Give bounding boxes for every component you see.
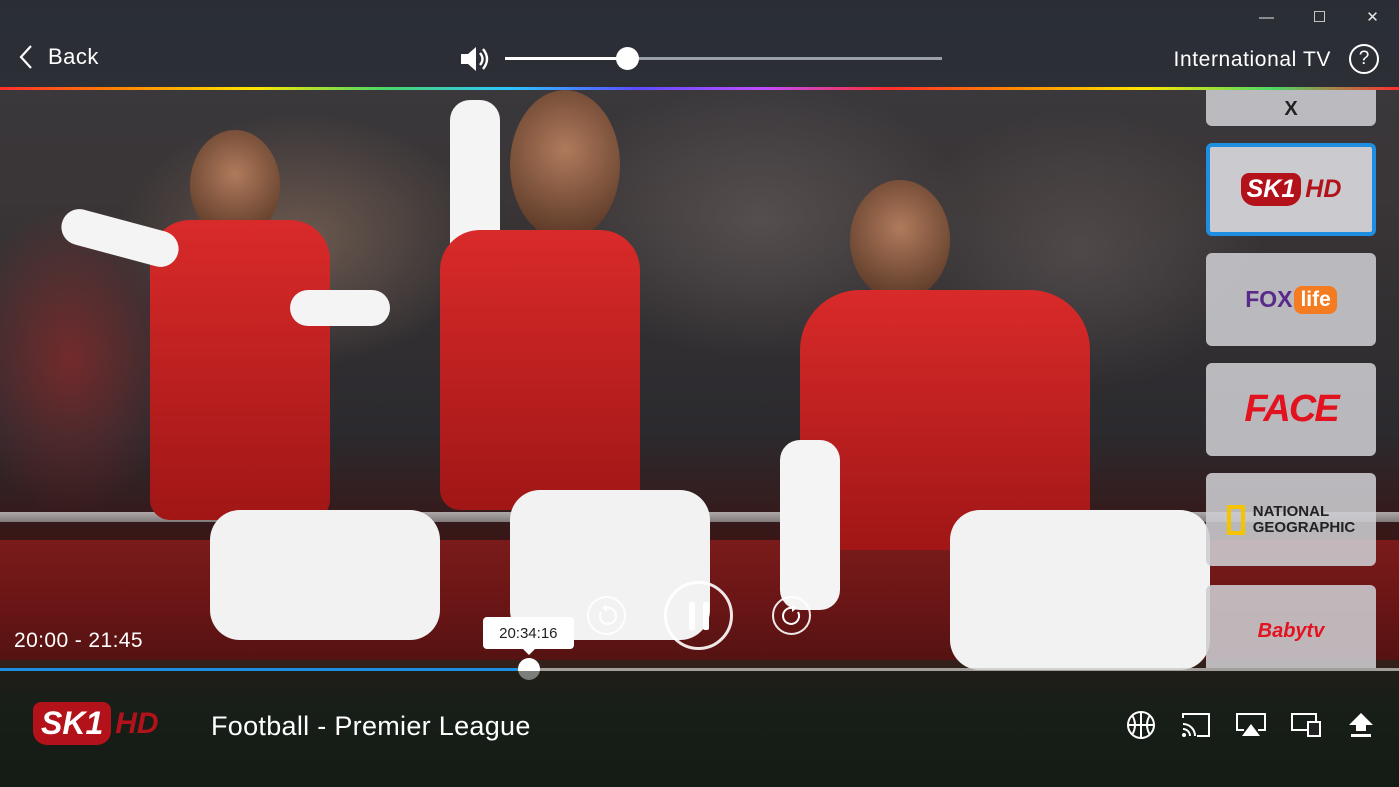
volume-knob[interactable]	[616, 47, 640, 70]
face-logo: FACE	[1244, 388, 1339, 430]
volume-slider[interactable]	[505, 47, 942, 70]
seek-time-tooltip: 20:34:16	[482, 617, 574, 655]
rewind-button[interactable]	[587, 596, 626, 635]
pause-button[interactable]	[664, 581, 733, 650]
pause-icon	[688, 601, 709, 630]
babytv-logo: Babytv	[1257, 620, 1325, 642]
program-time-range: 20:00 - 21:45	[14, 629, 143, 652]
minimize-button[interactable]: —	[1240, 6, 1293, 28]
forward-button[interactable]	[772, 596, 811, 635]
volume-fill	[505, 57, 628, 60]
upload-icon[interactable]	[1344, 710, 1377, 740]
rainbow-divider	[0, 87, 1399, 90]
channel-tile-partial[interactable]: X	[1206, 90, 1376, 126]
top-bar: — ☐ ✕ Back International TV ?	[0, 0, 1399, 88]
multiscreen-icon[interactable]	[1289, 710, 1322, 740]
window-controls: — ☐ ✕	[1240, 6, 1399, 28]
natgeo-logo: NATIONAL GEOGRAPHIC	[1226, 503, 1355, 536]
back-button[interactable]: Back	[18, 44, 99, 70]
sport-icon[interactable]	[1124, 710, 1157, 740]
channel-tile-babytv[interactable]: Babytv	[1206, 585, 1376, 668]
service-title: International TV	[1173, 48, 1331, 71]
channel-logo-partial: X	[1284, 98, 1298, 120]
maximize-button[interactable]: ☐	[1293, 6, 1346, 28]
natgeo-frame-icon	[1226, 504, 1245, 535]
channel-list: X SK1 HD FOX life FACE NATIONAL GEOGRAPH…	[1206, 90, 1376, 668]
close-button[interactable]: ✕	[1346, 6, 1399, 28]
program-title: Football - Premier League	[211, 711, 531, 741]
back-label: Back	[48, 44, 99, 69]
bottom-toolbar	[1124, 710, 1377, 740]
airplay-icon[interactable]	[1234, 710, 1267, 740]
channel-tile-foxlife[interactable]: FOX life	[1206, 253, 1376, 346]
channel-tile-natgeo[interactable]: NATIONAL GEOGRAPHIC	[1206, 473, 1376, 566]
sk1hd-logo: SK1 HD	[1240, 173, 1341, 206]
chevron-left-icon	[19, 45, 32, 69]
foxlife-logo: FOX life	[1245, 285, 1337, 314]
rewind-icon	[598, 604, 617, 625]
cast-icon[interactable]	[1179, 710, 1212, 740]
channel-tile-face[interactable]: FACE	[1206, 363, 1376, 456]
channel-tile-sk1hd[interactable]: SK1 HD	[1206, 143, 1376, 236]
speaker-icon[interactable]	[459, 45, 491, 73]
help-icon[interactable]: ?	[1349, 44, 1379, 74]
forward-icon	[781, 604, 800, 625]
now-playing-channel-logo: SK1 HD	[33, 702, 159, 745]
